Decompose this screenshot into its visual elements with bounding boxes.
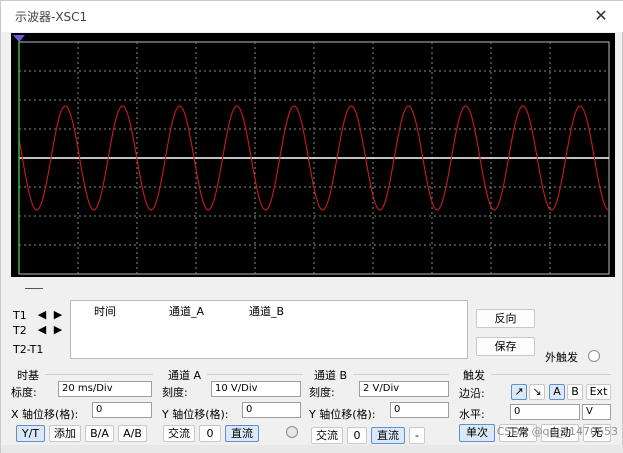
mode-ab-button[interactable]: A/B [118, 425, 147, 442]
title-bar: 示波器-XSC1 ✕ [1, 1, 623, 32]
channel-a-title: 通道 A [168, 369, 202, 382]
mode-yt-button[interactable]: Y/T [16, 425, 45, 442]
channel-a-option-radio[interactable] [286, 426, 298, 438]
divider [45, 374, 153, 375]
readout-channel-b-header: 通道_B [249, 305, 285, 318]
readout-channel-a-header: 通道_A [169, 305, 205, 318]
cursor-panel: T1 ◀ ▶ T2 ◀ ▶ T2-T1 [11, 301, 69, 359]
ext-trigger-radio[interactable] [588, 350, 600, 362]
trigger-level-label: 水平: [459, 408, 485, 421]
channel-b-invert-button[interactable]: - [409, 427, 425, 444]
t2-label: T2 [13, 324, 27, 337]
reverse-button[interactable]: 反向 [476, 309, 535, 328]
measurement-readout: 时间 通道_A 通道_B [70, 300, 468, 359]
t1-cursor-marker [13, 35, 25, 42]
channel-b-scale-field[interactable]: 2 V/Div [359, 381, 449, 397]
t2-right-arrow-icon[interactable]: ▶ [52, 324, 64, 336]
trigger-level-field[interactable]: 0 [510, 404, 580, 420]
channel-a-ypos-label: Y 轴位移(格): [162, 408, 229, 421]
trigger-source-ext-button[interactable]: Ext [586, 384, 611, 400]
trigger-level-unit-select[interactable]: V [582, 404, 611, 420]
ext-trigger-label: 外触发 [545, 351, 578, 364]
timebase-scale-field[interactable]: 20 ms/Div [58, 381, 152, 397]
channel-b-ypos-label: Y 轴位移(格): [309, 408, 376, 421]
timebase-xpos-field[interactable]: 0 [92, 402, 152, 418]
channel-a-dc-button[interactable]: 直流 [225, 425, 259, 442]
divider [207, 374, 303, 375]
trigger-edge-label: 边沿: [459, 387, 485, 400]
rising-edge-icon[interactable]: ↗ [511, 384, 527, 400]
readout-time-header: 时间 [94, 305, 116, 318]
save-button[interactable]: 保存 [476, 337, 535, 356]
divider [353, 374, 449, 375]
waveform-display [13, 35, 610, 275]
t2-left-arrow-icon[interactable]: ◀ [36, 324, 48, 336]
channel-b-zero-button[interactable]: 0 [347, 427, 367, 444]
t1-right-arrow-icon[interactable]: ▶ [52, 309, 64, 321]
trigger-single-button[interactable]: 单次 [459, 424, 495, 442]
timebase-xpos-label: X 轴位移(格): [11, 408, 79, 421]
channel-b-dc-button[interactable]: 直流 [371, 427, 405, 444]
t1-label: T1 [13, 309, 27, 322]
mode-ba-button[interactable]: B/A [85, 425, 114, 442]
divider [25, 288, 43, 289]
watermark: CSDN @qq_41470653 [496, 425, 618, 438]
channel-a-ac-button[interactable]: 交流 [163, 425, 195, 442]
channel-b-ypos-field[interactable]: 0 [390, 402, 449, 418]
channel-a-scale-label: 刻度: [162, 386, 188, 399]
window-title: 示波器-XSC1 [15, 10, 88, 24]
status-bar [1, 445, 623, 453]
divider [491, 374, 611, 375]
trigger-source-b-button[interactable]: B [567, 384, 583, 400]
channel-b-scale-label: 刻度: [309, 386, 335, 399]
t2-t1-label: T2-T1 [13, 343, 44, 356]
trigger-source-a-button[interactable]: A [549, 384, 565, 400]
channel-a-ypos-field[interactable]: 0 [242, 402, 301, 418]
channel-b-title: 通道 B [314, 369, 348, 382]
mode-add-button[interactable]: 添加 [49, 425, 81, 442]
channel-a-scale-field[interactable]: 10 V/Div [211, 381, 301, 397]
oscilloscope-screen [11, 33, 615, 277]
channel-b-ac-button[interactable]: 交流 [311, 427, 343, 444]
close-icon[interactable]: ✕ [590, 5, 612, 27]
timebase-scale-label: 标度: [11, 386, 37, 399]
channel-a-zero-button[interactable]: 0 [199, 425, 221, 442]
oscilloscope-window: 示波器-XSC1 ✕ T1 ◀ ▶ T2 ◀ ▶ T2-T1 时间 通道_A 通… [0, 0, 623, 453]
trigger-title: 触发 [463, 369, 485, 382]
t1-left-arrow-icon[interactable]: ◀ [36, 309, 48, 321]
timebase-title: 时基 [17, 369, 39, 382]
falling-edge-icon[interactable]: ↘ [529, 384, 545, 400]
